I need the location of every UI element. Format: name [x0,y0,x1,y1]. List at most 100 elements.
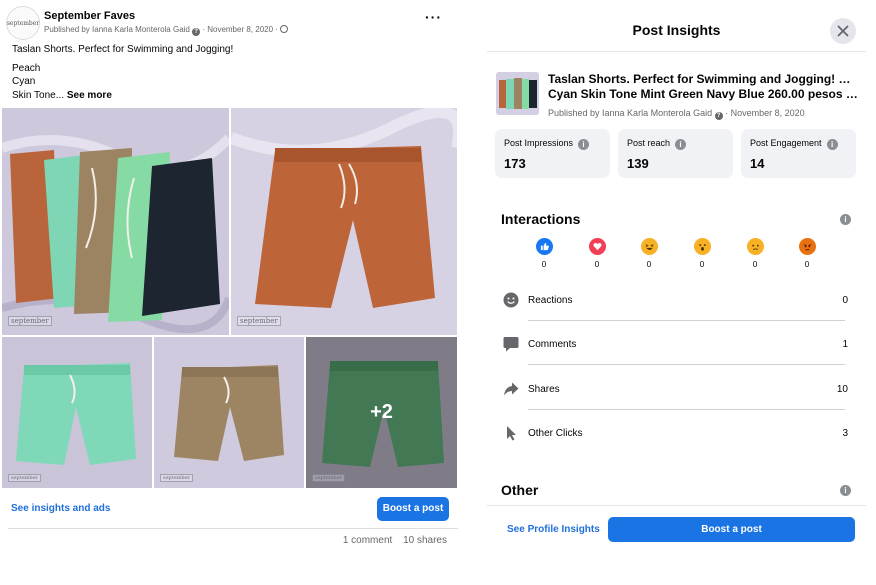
post-date[interactable]: November 8, 2020 [207,25,273,34]
post-insights-panel: Post Insights Taslan Shorts. Perfect for… [487,10,866,555]
metric-value: 14 [750,156,765,171]
row-shares[interactable]: Shares 10 [501,381,851,425]
divider [528,320,845,321]
globe-icon [280,25,289,33]
caption-line: Taslan Shorts. Perfect for Swimming and … [12,44,234,55]
metric-card-reach: Post reach i 139 [618,129,733,178]
info-icon[interactable]: i [675,139,687,150]
reaction-wow: 0 [691,238,713,269]
metric-label: Post Impressions [504,138,574,148]
photo-5[interactable]: +2 september [306,337,457,488]
page-name[interactable]: September Faves [44,10,135,22]
reaction-angry: 0 [796,238,818,269]
photo-3[interactable]: september [2,337,152,488]
cursor-icon [507,426,516,441]
boost-post-button[interactable]: Boost a post [377,497,449,521]
post-stats: 1 comment 10 shares [335,535,447,546]
caption-line: Cyan [12,76,36,87]
metric-label: Post Engagement [750,138,822,148]
boost-post-button[interactable]: Boost a post [608,517,855,542]
row-label: Other Clicks [528,428,583,439]
info-icon[interactable]: i [578,139,590,150]
row-label: Reactions [528,295,573,306]
comments-count[interactable]: 1 comment [343,535,392,546]
like-icon [535,238,553,255]
post-header: september September Faves Published by I… [6,6,456,40]
reaction-count: 0 [541,260,547,269]
post-thumbnail [496,72,539,115]
divider [528,409,845,410]
metric-value: 139 [627,156,649,171]
info-icon[interactable]: i [840,214,851,225]
close-button[interactable] [830,18,856,44]
help-icon[interactable]: ? [192,28,201,36]
shares-count[interactable]: 10 shares [403,535,447,546]
divider [8,528,458,529]
smiley-icon [503,292,519,308]
post-meta: Published by Ianna Karla Monterola Gaid … [44,25,289,36]
metric-card-impressions: Post Impressions i 173 [495,129,610,178]
post-summary-line: Cyan Skin Tone Mint Green Navy Blue 260.… [548,86,858,101]
help-icon[interactable]: ? [714,112,723,120]
more-options-button[interactable]: ··· [425,9,442,25]
divider [487,51,866,52]
reaction-count: 0 [752,260,758,269]
avatar-logo-text: september [6,19,40,27]
post-summary-line: Taslan Shorts. Perfect for Swimming and … [548,72,858,86]
post-date: November 8, 2020 [730,108,805,118]
panel-title: Post Insights [632,22,721,38]
angry-icon [798,238,816,255]
wow-icon [693,238,711,255]
watermark: september [8,316,52,326]
row-comments[interactable]: Comments 1 [501,336,851,380]
share-icon [504,382,519,396]
caption-line: Skin Tone... See more [12,89,112,101]
reaction-sad: 0 [744,238,766,269]
see-insights-link[interactable]: See insights and ads [11,503,110,514]
page-avatar[interactable]: september [6,6,40,40]
published-by: Published by Ianna Karla Monterola Gaid [548,108,713,118]
reaction-count: 0 [699,260,705,269]
watermark: september [312,474,345,482]
watermark: september [237,316,281,326]
photo-4[interactable]: september [154,337,304,488]
photo-2[interactable]: september [231,108,457,335]
info-icon[interactable]: i [826,139,838,150]
haha-icon [640,238,658,255]
row-value: 10 [836,384,848,395]
more-photos-count: +2 [370,401,393,423]
reaction-haha: 0 [638,238,660,269]
metric-card-engagement: Post Engagement i 14 [741,129,856,178]
facebook-post: september September Faves Published by I… [0,0,462,585]
row-value: 3 [842,428,848,439]
reaction-count: 0 [646,260,652,269]
more-photos-overlay[interactable]: +2 [306,337,457,488]
divider [528,364,845,365]
see-profile-insights-link[interactable]: See Profile Insights [507,524,600,535]
love-icon [588,238,606,255]
divider [487,505,866,506]
row-value: 1 [842,339,848,350]
row-other-clicks[interactable]: Other Clicks 3 [501,425,851,469]
watermark: september [8,474,41,482]
interactions-title: Interactions [501,211,581,227]
sad-icon [746,238,764,255]
row-value: 0 [842,295,848,306]
reaction-love: 0 [586,238,608,269]
reaction-count: 0 [594,260,600,269]
info-icon[interactable]: i [840,485,851,496]
other-title: Other [501,482,539,498]
metric-value: 173 [504,156,526,171]
photo-1[interactable]: september [2,108,229,335]
row-reactions[interactable]: Reactions 0 [501,292,851,336]
reaction-count: 0 [804,260,810,269]
watermark: september [160,474,193,482]
caption-line: Peach [12,62,41,74]
see-more-link[interactable]: See more [67,90,112,101]
row-label: Shares [528,384,560,395]
summary-meta: Published by Ianna Karla Monterola Gaid … [548,108,805,120]
post-caption: Taslan Shorts. Perfect for Swimming and … [12,43,233,102]
close-icon [837,25,849,37]
reaction-like: 0 [533,238,555,269]
post-summary: Taslan Shorts. Perfect for Swimming and … [548,72,858,101]
